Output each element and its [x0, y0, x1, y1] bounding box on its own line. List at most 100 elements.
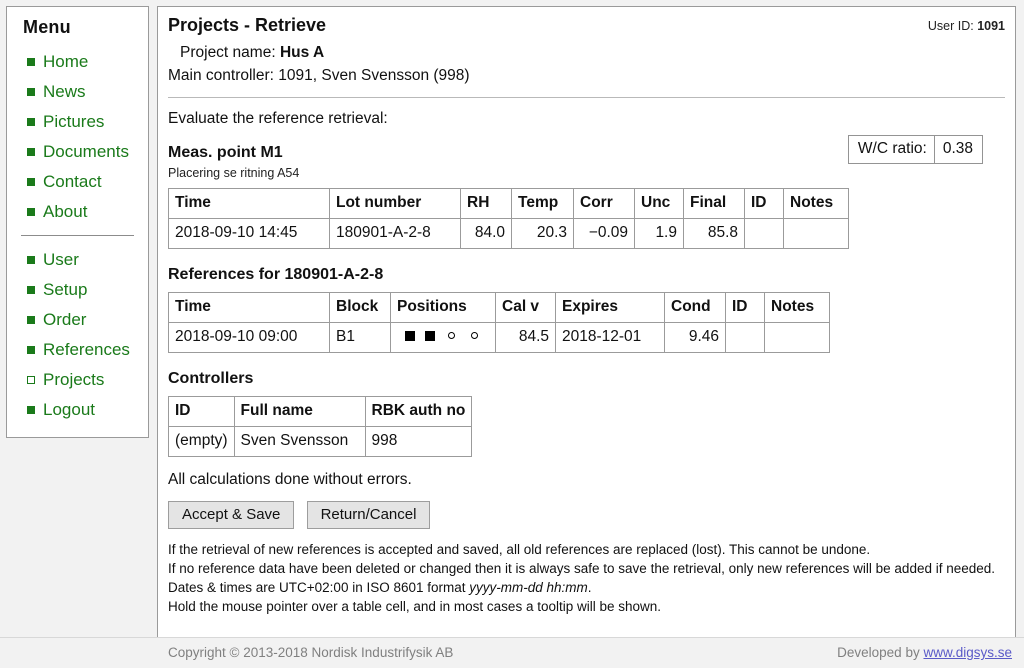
footnote-line-3-pre: Dates & times are UTC+02:00 in ISO 8601 … [168, 580, 470, 595]
user-id-value: 1091 [977, 19, 1005, 33]
col-cal-v: Cal v [495, 292, 556, 323]
col-temp: Temp [511, 188, 574, 219]
sidebar-item-about[interactable]: About [7, 197, 148, 227]
bullet-square-icon [27, 148, 35, 156]
cell-cal-v: 84.5 [495, 322, 556, 353]
cell-rbk-auth-no: 998 [364, 426, 473, 457]
col-rbk-auth-no: RBK auth no [364, 396, 473, 427]
sidebar-item-label: Home [43, 52, 89, 71]
copyright-text: Copyright © 2013-2018 Nordisk Industrify… [168, 645, 454, 660]
footnote-line-4: Hold the mouse pointer over a table cell… [168, 599, 662, 614]
sidebar-item-label: Pictures [43, 112, 105, 131]
col-expires: Expires [555, 292, 665, 323]
cell-time: 2018-09-10 14:45 [168, 218, 330, 249]
col-notes: Notes [783, 188, 849, 219]
sidebar-item-label: User [43, 250, 79, 269]
cell-corr: −0.09 [573, 218, 635, 249]
bullet-square-icon [27, 58, 35, 66]
sidebar-item-label: Order [43, 310, 87, 329]
sidebar-item-home[interactable]: Home [7, 47, 148, 77]
position-filled-square-icon [425, 331, 435, 341]
sidebar-item-label: Projects [43, 370, 105, 389]
status-message: All calculations done without errors. [168, 471, 412, 488]
table-header-row: Time Block Positions Cal v Expires Cond … [168, 292, 830, 323]
sidebar-item-label: News [43, 82, 86, 101]
cell-expires: 2018-12-01 [555, 322, 665, 353]
sidebar-item-order[interactable]: Order [7, 305, 148, 335]
col-cond: Cond [664, 292, 726, 323]
sidebar-item-label: References [43, 340, 130, 359]
col-unc: Unc [634, 188, 684, 219]
meas-point-section: Meas. point M1 Placering se ritning A54 … [168, 135, 1005, 180]
sidebar-item-projects[interactable]: Projects [7, 365, 148, 395]
sidebar-item-user[interactable]: User [7, 245, 148, 275]
cell-lot-number: 180901-A-2-8 [329, 218, 461, 249]
main-panel: Projects - Retrieve User ID: 1091 Projec… [157, 6, 1016, 638]
cell-temp: 20.3 [511, 218, 574, 249]
sidebar-item-logout[interactable]: Logout [7, 395, 148, 425]
developed-by-label: Developed by [837, 645, 920, 660]
controllers-table: ID Full name RBK auth no (empty) Sven Sv… [168, 396, 473, 457]
table-row[interactable]: 2018-09-10 09:00 B1 84.5 2018-12-01 9.46 [168, 322, 830, 353]
col-id: ID [725, 292, 765, 323]
table-header-row: Time Lot number RH Temp Corr Unc Final I… [168, 188, 849, 219]
position-filled-square-icon [405, 331, 415, 341]
sidebar-item-news[interactable]: News [7, 77, 148, 107]
bullet-square-icon [27, 346, 35, 354]
main-controller-value: 1091, Sven Svensson (998) [278, 67, 470, 84]
table-header-row: ID Full name RBK auth no [168, 396, 473, 427]
cell-full-name: Sven Svensson [233, 426, 366, 457]
page-root: Menu Home News Pictures Documents Contac… [0, 0, 1024, 668]
sidebar-item-pictures[interactable]: Pictures [7, 107, 148, 137]
sidebar-title: Menu [23, 17, 71, 37]
position-hollow-circle-icon [471, 332, 478, 339]
sidebar-item-references[interactable]: References [7, 335, 148, 365]
footnote-line-3: Dates & times are UTC+02:00 in ISO 8601 … [168, 578, 1005, 597]
bullet-square-icon [27, 208, 35, 216]
bullet-square-icon [27, 88, 35, 96]
bullet-square-icon [27, 178, 35, 186]
sidebar-group-secondary: User Setup Order References Projects Log… [7, 245, 148, 425]
intro-text: Evaluate the reference retrieval: [168, 110, 388, 127]
col-id: ID [744, 188, 784, 219]
user-id-label: User ID: [927, 19, 974, 33]
table-row[interactable]: (empty) Sven Svensson 998 [168, 426, 473, 457]
wc-ratio-box: W/C ratio: 0.38 [847, 135, 983, 164]
col-notes: Notes [764, 292, 830, 323]
project-name-row: Project name: Hus A [168, 41, 1005, 64]
action-buttons: Accept & Save Return/Cancel [168, 501, 1005, 529]
meas-point-subtext: Placering se ritning A54 [168, 166, 300, 180]
main-controller-row: Main controller: 1091, Sven Svensson (99… [168, 64, 1005, 87]
footnotes: If the retrieval of new references is ac… [168, 540, 1005, 616]
cell-rh: 84.0 [460, 218, 512, 249]
sidebar-item-documents[interactable]: Documents [7, 137, 148, 167]
table-row[interactable]: 2018-09-10 14:45 180901-A-2-8 84.0 20.3 … [168, 218, 849, 249]
sidebar-item-setup[interactable]: Setup [7, 275, 148, 305]
user-id: User ID: 1091 [928, 19, 1005, 33]
page-header: Projects - Retrieve User ID: 1091 [168, 15, 1005, 41]
main-controller-label: Main controller: [168, 67, 274, 84]
header-divider [168, 97, 1005, 98]
col-time: Time [168, 188, 330, 219]
accept-save-button[interactable]: Accept & Save [168, 501, 295, 529]
sidebar-group-primary: Home News Pictures Documents Contact Abo… [7, 47, 148, 227]
project-name-value: Hus A [279, 44, 325, 61]
footnote-date-format: yyyy-mm-dd hh:mm [469, 580, 588, 595]
bullet-square-icon [27, 316, 35, 324]
bullet-square-icon [27, 406, 35, 414]
developer-link[interactable]: www.digsys.se [923, 645, 1012, 660]
controllers-heading: Controllers [168, 370, 254, 387]
col-lot-number: Lot number [329, 188, 461, 219]
project-name-label: Project name: [180, 44, 276, 61]
cell-id: (empty) [168, 426, 235, 457]
sidebar-item-contact[interactable]: Contact [7, 167, 148, 197]
references-heading: References for 180901-A-2-8 [168, 266, 384, 283]
position-hollow-circle-icon [448, 332, 455, 339]
sidebar-item-label: Setup [43, 280, 88, 299]
sidebar: Menu Home News Pictures Documents Contac… [6, 6, 149, 438]
sidebar-item-label: Documents [43, 142, 129, 161]
return-cancel-button[interactable]: Return/Cancel [306, 501, 431, 529]
col-full-name: Full name [233, 396, 366, 427]
bullet-square-icon [27, 118, 35, 126]
col-time: Time [168, 292, 330, 323]
